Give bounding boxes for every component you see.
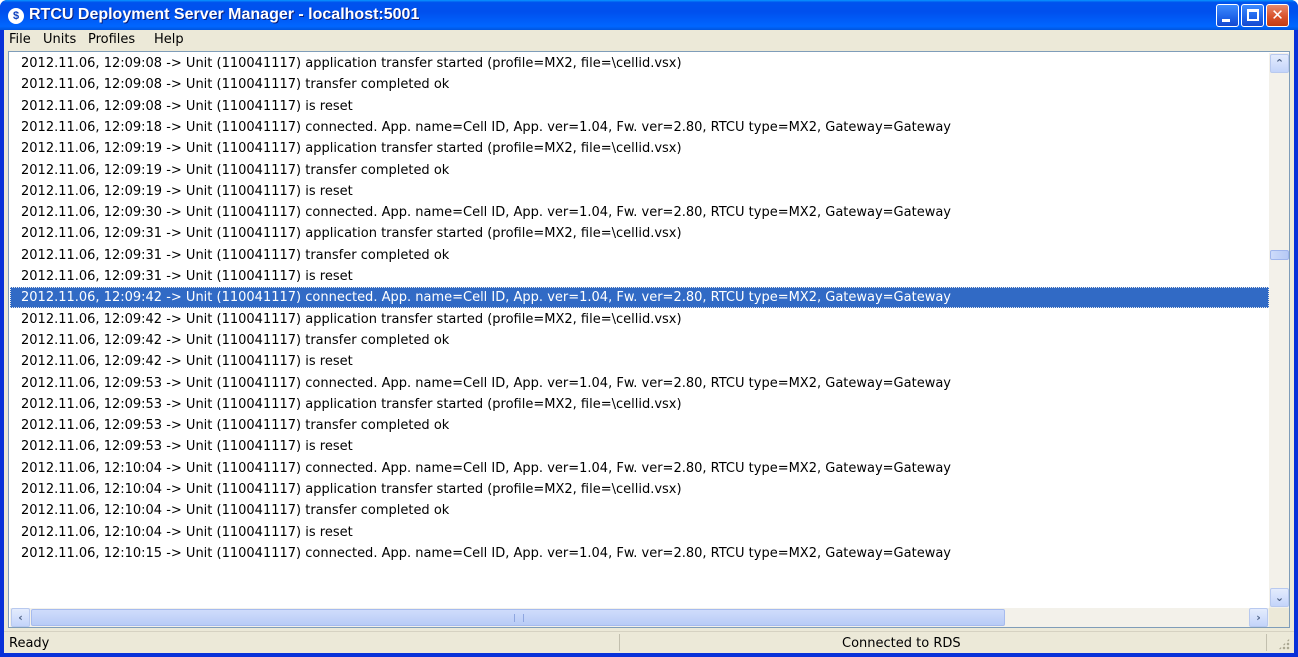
minimize-button[interactable] bbox=[1216, 4, 1239, 27]
log-entry[interactable]: 2012.11.06, 12:10:04 -> Unit (110041117)… bbox=[10, 458, 1269, 479]
log-entry[interactable]: 2012.11.06, 12:09:19 -> Unit (110041117)… bbox=[10, 160, 1269, 181]
status-divider bbox=[1266, 634, 1267, 651]
connection-status: Connected to RDS bbox=[842, 636, 961, 651]
minimize-icon bbox=[1222, 19, 1230, 22]
log-entry[interactable]: 2012.11.06, 12:09:30 -> Unit (110041117)… bbox=[10, 202, 1269, 223]
log-entry[interactable]: 2012.11.06, 12:09:53 -> Unit (110041117)… bbox=[10, 436, 1269, 457]
log-entry[interactable]: 2012.11.06, 12:09:53 -> Unit (110041117)… bbox=[10, 415, 1269, 436]
status-divider bbox=[619, 634, 620, 651]
vertical-scroll-thumb[interactable] bbox=[1270, 250, 1289, 260]
app-window: $ RTCU Deployment Server Manager - local… bbox=[0, 0, 1298, 657]
vertical-scrollbar[interactable]: ⌃ ⌄ bbox=[1269, 53, 1289, 608]
close-button[interactable]: ✕ bbox=[1266, 4, 1289, 27]
chevron-up-icon: ⌃ bbox=[1274, 57, 1285, 70]
scroll-right-button[interactable]: › bbox=[1249, 608, 1268, 627]
log-entry[interactable]: 2012.11.06, 12:09:31 -> Unit (110041117)… bbox=[10, 245, 1269, 266]
log-entry[interactable]: 2012.11.06, 12:09:42 -> Unit (110041117)… bbox=[10, 309, 1269, 330]
chevron-left-icon: ‹ bbox=[18, 611, 23, 624]
log-entry[interactable]: 2012.11.06, 12:09:42 -> Unit (110041117)… bbox=[10, 287, 1269, 309]
title-bar[interactable]: $ RTCU Deployment Server Manager - local… bbox=[0, 0, 1298, 30]
maximize-icon bbox=[1247, 9, 1259, 21]
menu-help[interactable]: Help bbox=[154, 32, 184, 47]
log-entry[interactable]: 2012.11.06, 12:09:18 -> Unit (110041117)… bbox=[10, 117, 1269, 138]
log-entry[interactable]: 2012.11.06, 12:09:53 -> Unit (110041117)… bbox=[10, 373, 1269, 394]
close-icon: ✕ bbox=[1271, 6, 1284, 24]
menu-file[interactable]: File bbox=[9, 32, 31, 47]
client-area: File Units Profiles Help 2012.11.06, 12:… bbox=[4, 30, 1294, 653]
resize-grip-icon[interactable] bbox=[1278, 638, 1290, 650]
maximize-button[interactable] bbox=[1241, 4, 1264, 27]
log-entry[interactable]: 2012.11.06, 12:09:31 -> Unit (110041117)… bbox=[10, 266, 1269, 287]
log-list[interactable]: 2012.11.06, 12:09:08 -> Unit (110041117)… bbox=[10, 53, 1269, 608]
scrollbar-corner bbox=[1269, 608, 1289, 627]
log-entry[interactable]: 2012.11.06, 12:10:04 -> Unit (110041117)… bbox=[10, 479, 1269, 500]
chevron-right-icon: › bbox=[1256, 611, 1261, 624]
app-icon: $ bbox=[8, 8, 24, 24]
horizontal-scroll-thumb[interactable] bbox=[31, 609, 1005, 626]
menu-units[interactable]: Units bbox=[43, 32, 76, 47]
chevron-down-icon: ⌄ bbox=[1274, 591, 1285, 604]
window-title: RTCU Deployment Server Manager - localho… bbox=[29, 6, 420, 23]
grip-icon bbox=[514, 614, 524, 622]
scroll-left-button[interactable]: ‹ bbox=[11, 608, 30, 627]
log-entry[interactable]: 2012.11.06, 12:09:08 -> Unit (110041117)… bbox=[10, 74, 1269, 95]
menu-profiles[interactable]: Profiles bbox=[88, 32, 135, 47]
log-entry[interactable]: 2012.11.06, 12:09:19 -> Unit (110041117)… bbox=[10, 181, 1269, 202]
status-bar: Ready Connected to RDS bbox=[4, 631, 1294, 653]
log-entry[interactable]: 2012.11.06, 12:09:08 -> Unit (110041117)… bbox=[10, 96, 1269, 117]
log-entry[interactable]: 2012.11.06, 12:09:42 -> Unit (110041117)… bbox=[10, 351, 1269, 372]
log-entry[interactable]: 2012.11.06, 12:09:42 -> Unit (110041117)… bbox=[10, 330, 1269, 351]
scroll-up-button[interactable]: ⌃ bbox=[1270, 54, 1289, 73]
scroll-down-button[interactable]: ⌄ bbox=[1270, 588, 1289, 607]
log-entry[interactable]: 2012.11.06, 12:09:08 -> Unit (110041117)… bbox=[10, 53, 1269, 74]
status-text: Ready bbox=[9, 636, 50, 651]
log-entry[interactable]: 2012.11.06, 12:10:04 -> Unit (110041117)… bbox=[10, 500, 1269, 521]
horizontal-scrollbar[interactable]: ‹ › bbox=[10, 608, 1269, 627]
log-entry[interactable]: 2012.11.06, 12:09:31 -> Unit (110041117)… bbox=[10, 223, 1269, 244]
log-entry[interactable]: 2012.11.06, 12:09:19 -> Unit (110041117)… bbox=[10, 138, 1269, 159]
log-entry[interactable]: 2012.11.06, 12:10:04 -> Unit (110041117)… bbox=[10, 522, 1269, 543]
menu-bar: File Units Profiles Help bbox=[4, 30, 1294, 50]
log-entry[interactable]: 2012.11.06, 12:09:53 -> Unit (110041117)… bbox=[10, 394, 1269, 415]
log-listbox[interactable]: 2012.11.06, 12:09:08 -> Unit (110041117)… bbox=[8, 51, 1290, 628]
log-entry[interactable]: 2012.11.06, 12:10:15 -> Unit (110041117)… bbox=[10, 543, 1269, 564]
